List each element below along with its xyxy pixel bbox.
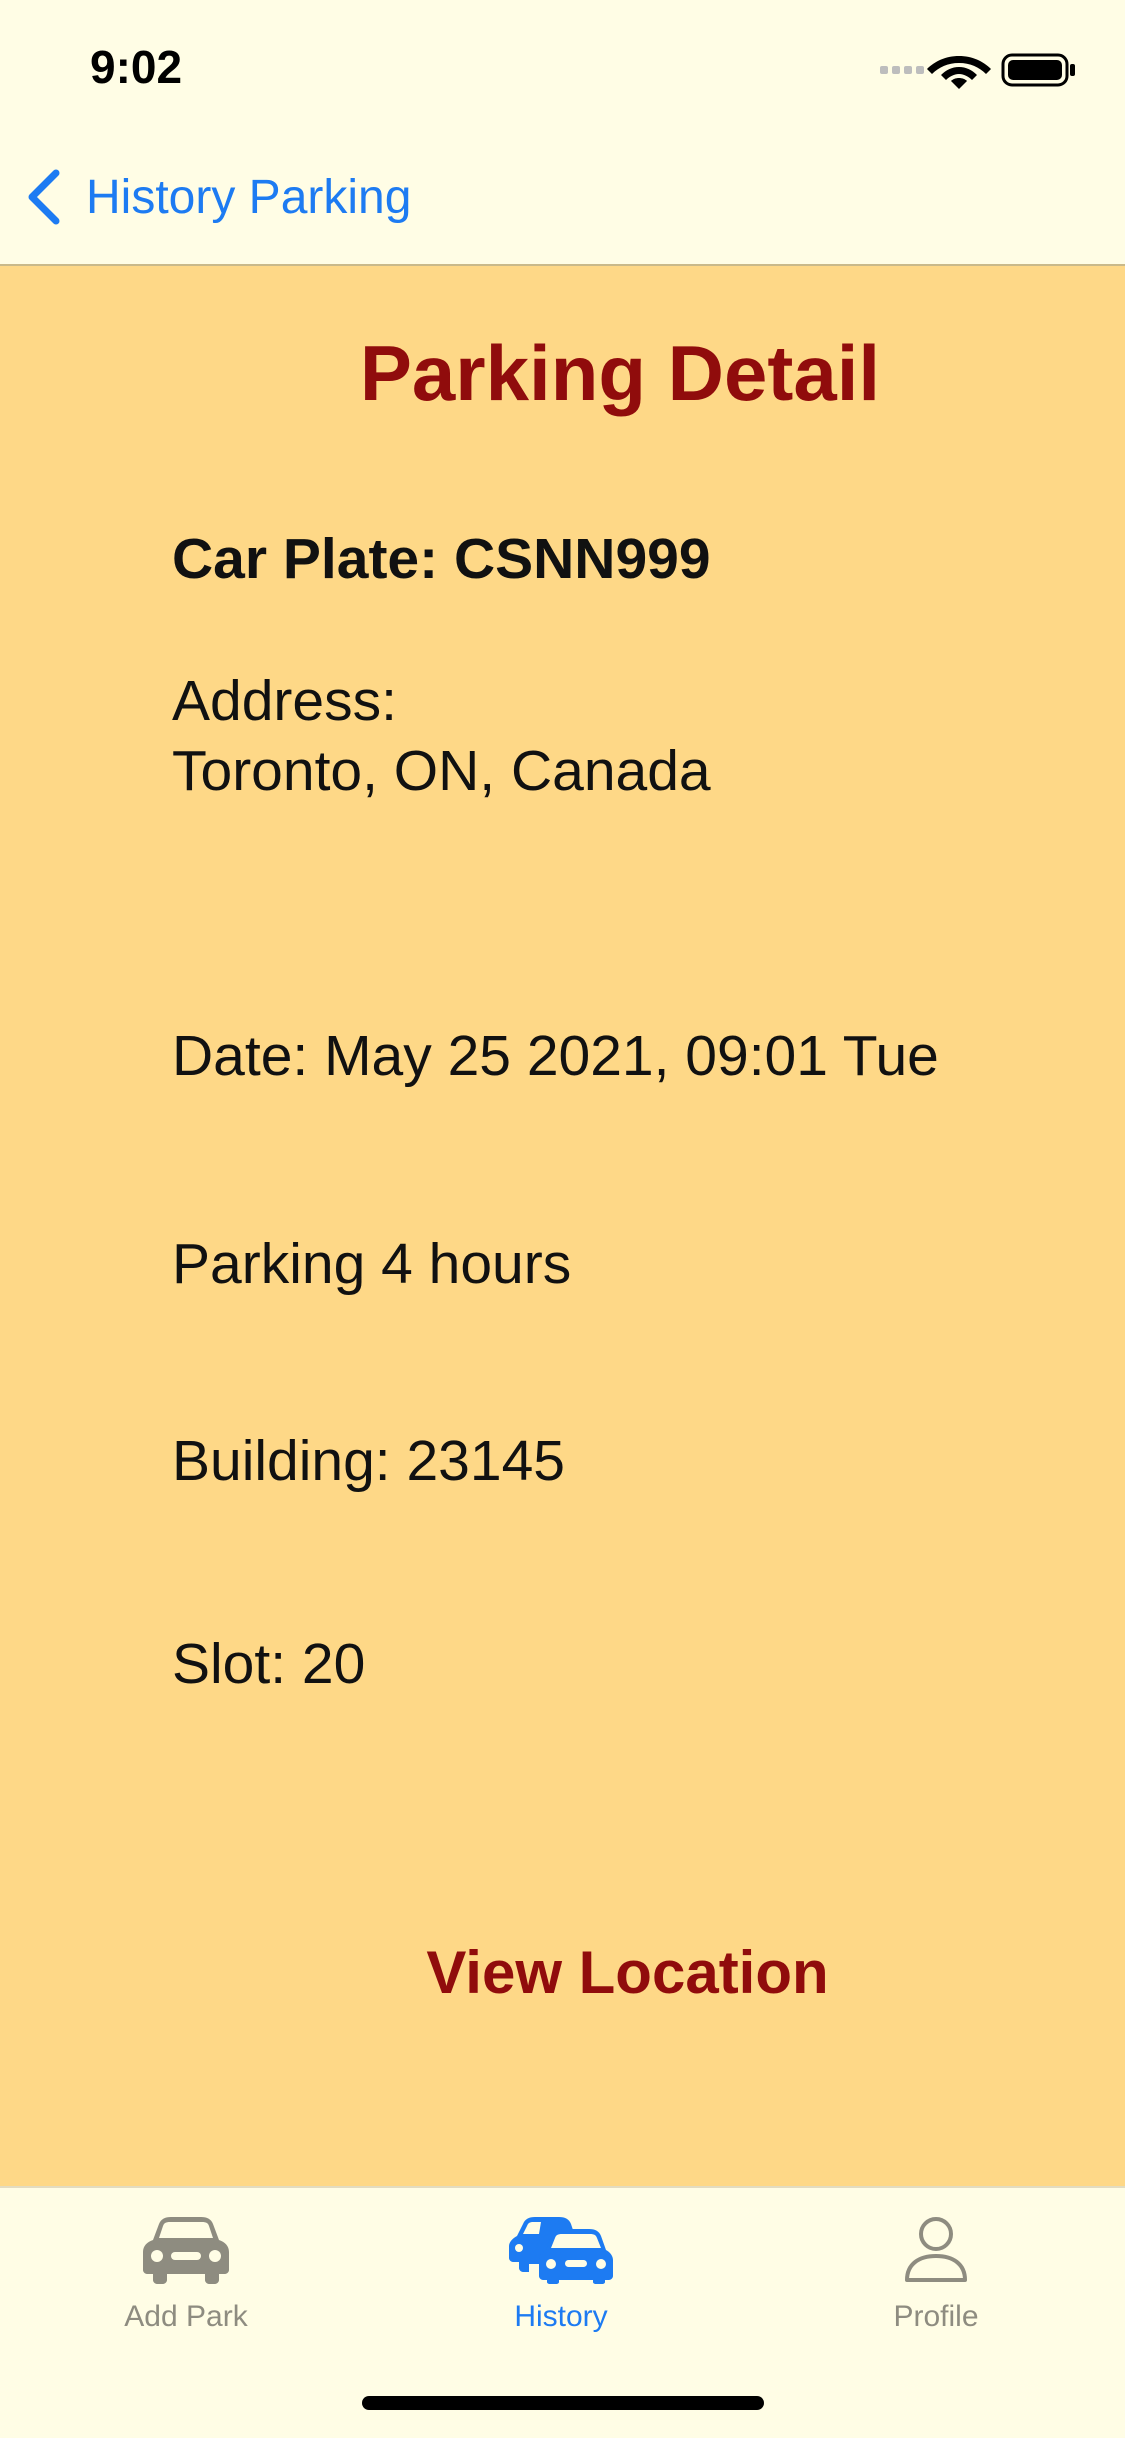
cellular-signal-icon xyxy=(880,66,924,74)
parking-detail-panel: Parking Detail Car Plate: CSNN999 Addres… xyxy=(0,266,1125,2186)
navigation-bar: History Parking xyxy=(0,132,1125,266)
building-text: Building: 23145 xyxy=(172,1429,565,1493)
status-time: 9:02 xyxy=(90,41,183,93)
tab-history[interactable]: History xyxy=(441,2214,681,2334)
back-button-label: History Parking xyxy=(86,170,412,224)
car-plate-text: Car Plate: CSNN999 xyxy=(172,527,711,591)
status-bar: 9:02 xyxy=(0,0,1125,132)
tab-profile[interactable]: Profile xyxy=(816,2214,1056,2334)
address-label: Address: xyxy=(172,669,397,733)
address-value: Toronto, ON, Canada xyxy=(172,739,711,803)
slot-text: Slot: 20 xyxy=(172,1632,366,1696)
tab-add-park[interactable]: Add Park xyxy=(66,2214,306,2334)
tab-history-label: History xyxy=(514,2300,608,2333)
tab-add-park-label: Add Park xyxy=(124,2300,248,2333)
status-icons xyxy=(880,53,1075,89)
wifi-icon xyxy=(927,56,991,89)
view-location-button[interactable]: View Location xyxy=(0,1938,1125,2007)
page-title: Parking Detail xyxy=(359,329,881,417)
battery-icon xyxy=(1001,53,1075,87)
back-button[interactable]: History Parking xyxy=(24,162,411,232)
cars-icon xyxy=(509,2217,613,2284)
date-text: Date: May 25 2021, 09:01 Tue xyxy=(172,1024,939,1088)
home-indicator[interactable] xyxy=(362,2396,764,2410)
car-icon xyxy=(143,2217,229,2284)
duration-text: Parking 4 hours xyxy=(172,1232,572,1296)
person-icon xyxy=(905,2217,967,2282)
chevron-left-icon xyxy=(28,169,60,225)
tab-profile-label: Profile xyxy=(893,2300,979,2333)
